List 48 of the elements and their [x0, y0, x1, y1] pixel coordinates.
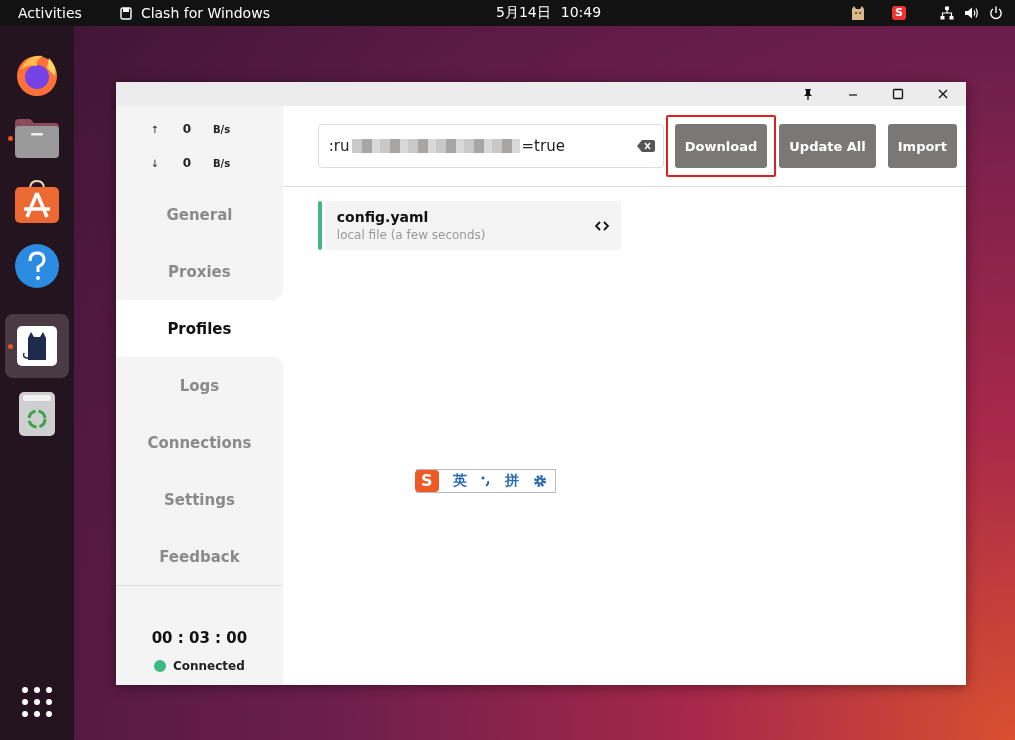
- ime-tray-logo[interactable]: S: [892, 6, 906, 20]
- nav-item[interactable]: Proxies: [116, 243, 283, 300]
- cat-app-icon[interactable]: [17, 326, 57, 366]
- traffic-arrow: ↑: [149, 123, 159, 135]
- connection-timer: 00 : 03 : 00: [151, 629, 248, 647]
- volume-icon[interactable]: [964, 6, 979, 20]
- action-button[interactable]: Download: [674, 124, 768, 168]
- ime-logo[interactable]: S: [415, 470, 439, 492]
- maximize-icon[interactable]: [892, 88, 904, 100]
- app-grid-icon[interactable]: [21, 686, 53, 718]
- punctuation-icon[interactable]: [480, 475, 491, 487]
- traffic-value: 0: [181, 156, 191, 170]
- url-input-field[interactable]: :ru =true: [317, 124, 664, 168]
- clock-time[interactable]: 10:49: [560, 4, 602, 22]
- action-button[interactable]: Import: [887, 124, 957, 168]
- help-icon[interactable]: [14, 243, 60, 289]
- profile-name: config.yaml: [336, 209, 430, 225]
- language-mode-toggle[interactable]: 英: [452, 472, 467, 490]
- traffic-arrow: ↓: [149, 157, 159, 169]
- nav-item[interactable]: General: [116, 186, 283, 243]
- app-menu-icon: [119, 6, 132, 20]
- cat-tray-icon[interactable]: [850, 5, 867, 21]
- action-button[interactable]: Update All: [779, 124, 876, 168]
- recycle-bin-icon[interactable]: [18, 391, 56, 437]
- code-icon[interactable]: [594, 220, 609, 231]
- traffic-unit: B/s: [213, 123, 231, 135]
- clear-input-icon[interactable]: [636, 140, 655, 152]
- nav-item[interactable]: Settings: [116, 471, 283, 528]
- power-icon[interactable]: [989, 6, 1003, 20]
- nav-item[interactable]: Logs: [116, 357, 283, 414]
- settings-icon[interactable]: [532, 474, 547, 488]
- profile-card[interactable]: config.yaml local file (a few seconds): [324, 201, 621, 250]
- app-menu-title[interactable]: Clash for Windows: [140, 5, 270, 21]
- close-icon[interactable]: [937, 88, 949, 100]
- pin-icon[interactable]: [802, 88, 814, 100]
- traffic-value: 0: [181, 122, 191, 136]
- traffic-unit: B/s: [213, 157, 231, 169]
- status-text: Connected: [172, 659, 245, 673]
- input-method-toggle[interactable]: 拼: [504, 472, 519, 490]
- profile-detail: local file (a few seconds): [336, 228, 486, 242]
- nav-item[interactable]: Feedback: [116, 528, 283, 585]
- folder-icon[interactable]: [14, 117, 60, 159]
- clock-date[interactable]: 5月14日: [496, 4, 551, 22]
- dock-item-highlight[interactable]: [5, 314, 69, 378]
- activities-button[interactable]: Activities: [18, 5, 82, 21]
- shopping-bag-icon[interactable]: [14, 179, 60, 225]
- network-icon[interactable]: [940, 6, 954, 20]
- nav-item[interactable]: Connections: [116, 414, 283, 471]
